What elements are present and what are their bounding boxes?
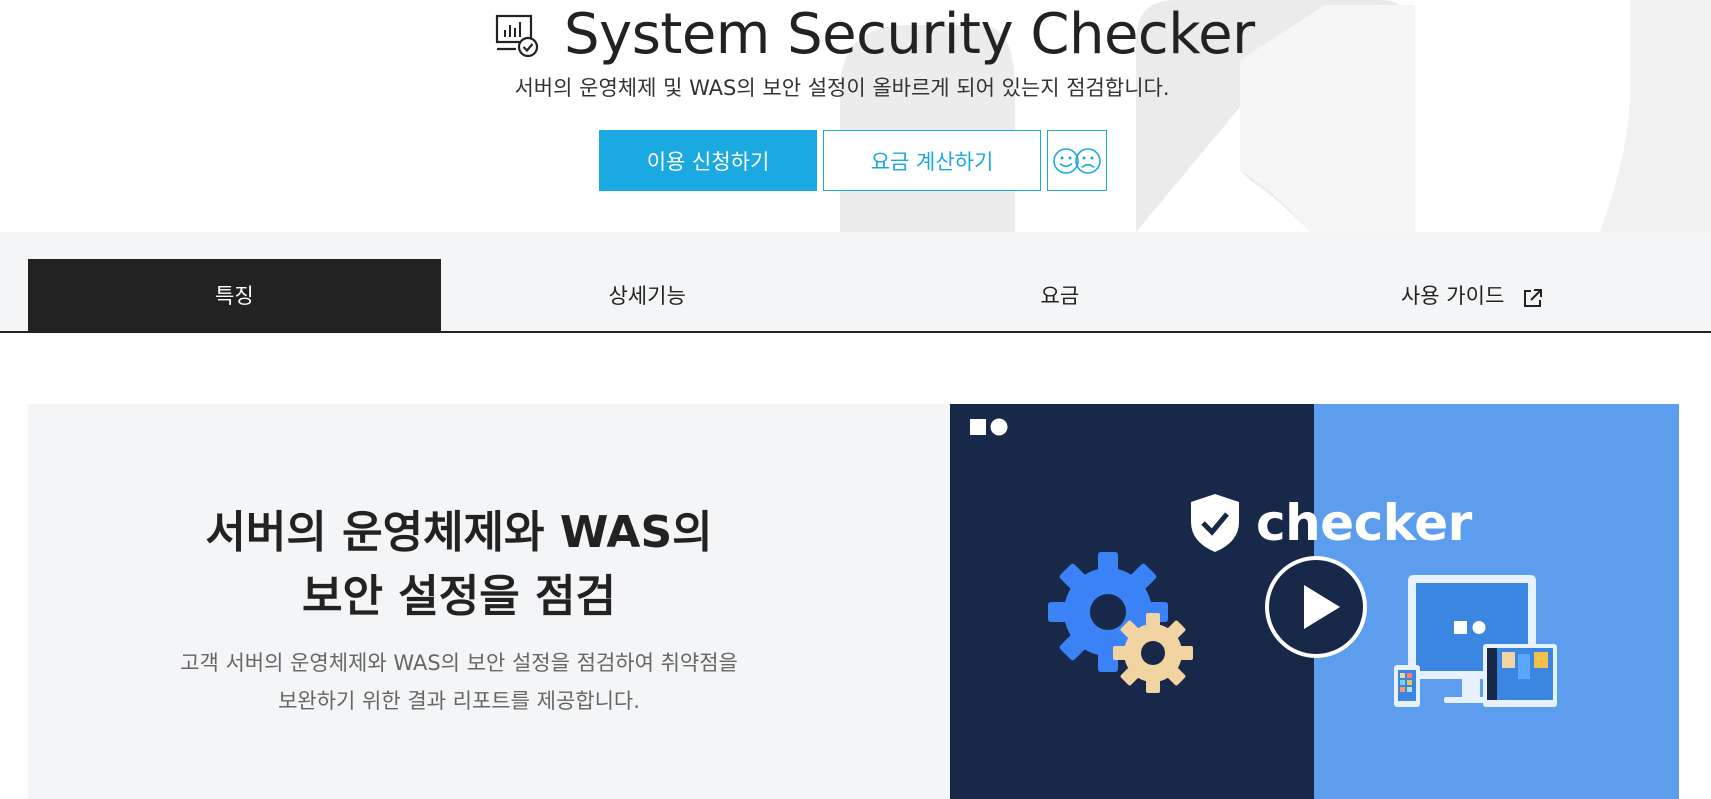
feedback-button[interactable] xyxy=(1047,130,1107,191)
tab-pricing[interactable]: 요금 xyxy=(854,259,1267,331)
description-line-1: 고객 서버의 운영체제와 WAS의 보안 설정을 점검하여 취약점을 xyxy=(180,651,738,675)
headline-line-2: 보안 설정을 점검 xyxy=(302,571,616,622)
description-line-2: 보완하기 위한 결과 리포트를 제공합니다. xyxy=(278,689,640,713)
devices-icon xyxy=(1394,575,1557,707)
tab-label: 특징 xyxy=(215,284,254,308)
apply-button[interactable]: 이용 신청하기 xyxy=(599,130,817,191)
tab-bar: 특징 상세기능 요금 사용 가이드 xyxy=(0,232,1711,333)
page-title: System Security Checker xyxy=(564,1,1255,67)
feature-description: 고객 서버의 운영체제와 WAS의 보안 설정을 점검하여 취약점을 보완하기 … xyxy=(28,644,950,720)
tab-label: 사용 가이드 xyxy=(1400,284,1505,308)
intro-video[interactable]: checker xyxy=(950,404,1679,799)
tab-details[interactable]: 상세기능 xyxy=(441,259,854,331)
feature-section: 서버의 운영체제와 WAS의 보안 설정을 점검 고객 서버의 운영체제와 WA… xyxy=(28,404,1679,799)
hero-section: System Security Checker 서버의 운영체제 및 WAS의 … xyxy=(0,0,1711,232)
tab-features[interactable]: 특징 xyxy=(28,259,441,331)
feature-text-panel: 서버의 운영체제와 WAS의 보안 설정을 점검 고객 서버의 운영체제와 WA… xyxy=(28,404,950,799)
tab-user-guide[interactable]: 사용 가이드 xyxy=(1266,259,1679,331)
external-link-icon xyxy=(1524,289,1543,307)
monitor-check-icon xyxy=(495,14,539,57)
tab-label: 요금 xyxy=(1040,284,1080,308)
play-icon[interactable] xyxy=(1262,553,1370,661)
tab-list: 특징 상세기능 요금 사용 가이드 xyxy=(28,259,1679,331)
hero-buttons: 이용 신청하기 요금 계산하기 xyxy=(599,130,1107,191)
price-calculator-button[interactable]: 요금 계산하기 xyxy=(823,130,1041,191)
smile-frown-icon xyxy=(1053,147,1101,174)
tab-label: 상세기능 xyxy=(608,284,686,308)
gears-icon xyxy=(1048,552,1193,693)
title-row: System Security Checker xyxy=(494,1,1255,67)
page-subtitle: 서버의 운영체제 및 WAS의 보안 설정이 올바르게 되어 있는지 점검합니다… xyxy=(514,76,1170,100)
feature-headline: 서버의 운영체제와 WAS의 보안 설정을 점검 xyxy=(28,501,950,629)
headline-line-1: 서버의 운영체제와 WAS의 xyxy=(205,507,713,558)
page: System Security Checker 서버의 운영체제 및 WAS의 … xyxy=(0,0,1711,799)
